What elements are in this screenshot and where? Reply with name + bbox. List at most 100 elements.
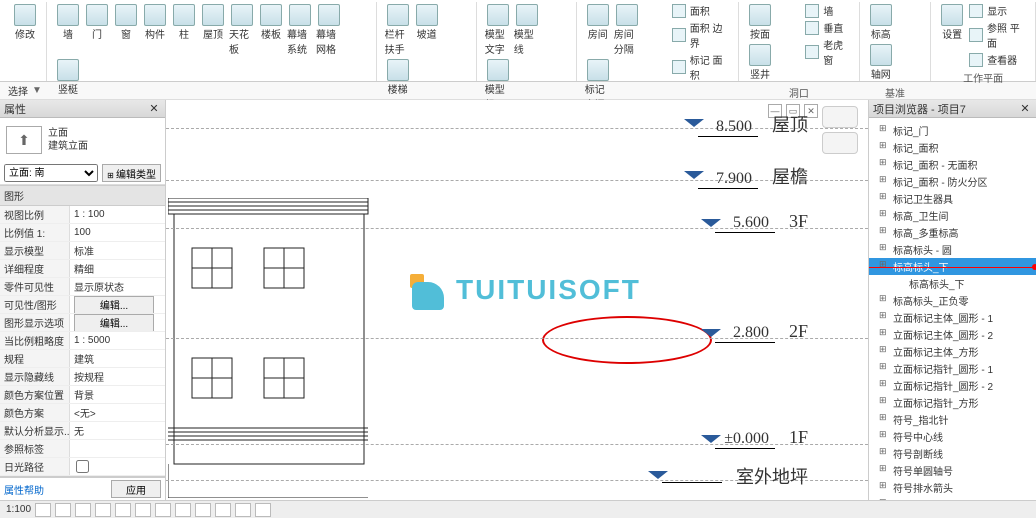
status-button[interactable] <box>55 503 71 517</box>
tree-item[interactable]: 立面标记主体_圆形 - 1 <box>869 309 1036 326</box>
level-line[interactable]: 2.8002F <box>166 338 868 339</box>
viewcube-icon[interactable] <box>822 106 858 128</box>
scale-label[interactable]: 1:100 <box>6 504 31 515</box>
ribbon-老虎窗[interactable]: 老虎窗 <box>805 36 852 68</box>
ribbon-修改[interactable]: 修改 <box>12 4 38 41</box>
ribbon-标记 面积[interactable]: 标记 面积 <box>672 51 732 83</box>
ribbon-面积[interactable]: 面积 <box>672 2 732 19</box>
tree-item[interactable]: 标高标头_正负零 <box>869 292 1036 309</box>
tree-item[interactable]: 符号剖断线 <box>869 445 1036 462</box>
ribbon-设置[interactable]: 设置 <box>939 4 965 66</box>
status-button[interactable] <box>75 503 91 517</box>
tree-item[interactable]: 立面标记主体_圆形 - 2 <box>869 326 1036 343</box>
ribbon-竖梃[interactable]: 竖梃 <box>55 59 81 96</box>
tree-item[interactable]: 立面标记指针_圆形 - 2 <box>869 377 1036 394</box>
status-button[interactable] <box>95 503 111 517</box>
ribbon-墙[interactable]: 墙 <box>805 2 852 19</box>
ribbon-坡道[interactable]: 坡道 <box>414 4 440 56</box>
ribbon-楼板[interactable]: 楼板 <box>258 4 284 56</box>
tree-item[interactable]: 符号单圆轴号 <box>869 462 1036 479</box>
ribbon-房间分隔[interactable]: 房间分隔 <box>614 4 640 56</box>
status-button[interactable] <box>155 503 171 517</box>
ribbon-柱[interactable]: 柱 <box>171 4 197 56</box>
prop-row[interactable]: 视图比例1 : 100 <box>0 206 165 224</box>
ribbon-门[interactable]: 门 <box>84 4 110 56</box>
tree-item[interactable]: 立面标记主体_方形 <box>869 343 1036 360</box>
level-line[interactable]: 5.6003F <box>166 228 868 229</box>
status-button[interactable] <box>135 503 151 517</box>
nav-wheel-icon[interactable] <box>822 132 858 154</box>
tree-item[interactable]: 立面标记指针_方形 <box>869 394 1036 411</box>
prop-row[interactable]: 详细程度精细 <box>0 260 165 278</box>
level-line[interactable]: 7.900屋檐 <box>166 180 868 181</box>
prop-row[interactable]: 图形显示选项编辑... <box>0 314 165 332</box>
tree-item[interactable]: 标记_门 <box>869 122 1036 139</box>
view-selector[interactable]: 立面: 南 <box>4 164 98 182</box>
tree-item[interactable]: 标高_多重标高 <box>869 224 1036 241</box>
ribbon-参照 平面[interactable]: 参照 平面 <box>969 19 1029 51</box>
prop-row[interactable]: 零件可见性显示原状态 <box>0 278 165 296</box>
ribbon-轴网[interactable]: 轴网 <box>868 44 894 81</box>
close-icon[interactable]: ✕ <box>147 102 161 116</box>
tree-item[interactable]: 符号_指北针 <box>869 411 1036 428</box>
status-button[interactable] <box>215 503 231 517</box>
ribbon-垂直[interactable]: 垂直 <box>805 19 852 36</box>
ribbon-幕墙网格[interactable]: 幕墙网格 <box>316 4 342 56</box>
tree-item[interactable]: 标高_卫生间 <box>869 207 1036 224</box>
level-line[interactable]: 室外地坪 <box>166 480 868 481</box>
prop-row[interactable]: 规程建筑 <box>0 350 165 368</box>
tree-item[interactable]: 标记卫生器具 <box>869 190 1036 207</box>
prop-row[interactable]: 显示模型标准 <box>0 242 165 260</box>
ribbon-标高[interactable]: 标高 <box>868 4 894 41</box>
prop-group-header[interactable]: 图形 <box>0 185 165 206</box>
status-button[interactable] <box>255 503 271 517</box>
ribbon-按面[interactable]: 按面 <box>747 4 773 41</box>
tree-item[interactable]: 标记_面积 <box>869 139 1036 156</box>
prop-row[interactable]: 显示隐藏线按规程 <box>0 368 165 386</box>
ribbon-天花板[interactable]: 天花板 <box>229 4 255 56</box>
prop-row[interactable]: 颜色方案位置背景 <box>0 386 165 404</box>
tree-item[interactable]: 标高标头_下 <box>869 275 1036 292</box>
ribbon-竖井[interactable]: 竖井 <box>747 44 773 81</box>
ribbon-查看器[interactable]: 查看器 <box>969 51 1029 68</box>
tree-item[interactable]: 符号排水箭头 <box>869 479 1036 496</box>
select-label[interactable]: 选择 <box>8 83 28 98</box>
ribbon-显示[interactable]: 显示 <box>969 2 1029 19</box>
tree-item[interactable]: 标高标头 - 圆 <box>869 241 1036 258</box>
type-selector[interactable]: ⬆ 立面 建筑立面 <box>0 118 165 162</box>
ribbon-面积 边界[interactable]: 面积 边界 <box>672 19 732 51</box>
ribbon-屋顶[interactable]: 屋顶 <box>200 4 226 56</box>
tree-item[interactable]: 标记_面积 - 无面积 <box>869 156 1036 173</box>
tree-item[interactable]: 符号中心线 <box>869 428 1036 445</box>
prop-row[interactable]: 参照标签 <box>0 440 165 458</box>
tree-item[interactable]: 符号车库分水线箭头 <box>869 496 1036 500</box>
edit-type-button[interactable]: ⊞ 编辑类型 <box>102 164 161 182</box>
tree-item[interactable]: 立面标记指针_圆形 - 1 <box>869 360 1036 377</box>
prop-row[interactable]: 日光路径 <box>0 458 165 476</box>
ribbon-楼梯[interactable]: 楼梯 <box>385 59 411 96</box>
apply-button[interactable]: 应用 <box>111 480 161 498</box>
prop-row[interactable]: 当比例粗略度1 : 5000 <box>0 332 165 350</box>
ribbon-模型文字[interactable]: 模型文字 <box>485 4 511 56</box>
prop-row[interactable]: 可见性/图形编辑... <box>0 296 165 314</box>
ribbon-模型线[interactable]: 模型线 <box>514 4 540 56</box>
ribbon-房间[interactable]: 房间 <box>585 4 611 56</box>
status-button[interactable] <box>175 503 191 517</box>
status-button[interactable] <box>195 503 211 517</box>
ribbon-栏杆扶手[interactable]: 栏杆扶手 <box>385 4 411 56</box>
status-button[interactable] <box>115 503 131 517</box>
ribbon-窗[interactable]: 窗 <box>113 4 139 56</box>
ribbon-构件[interactable]: 构件 <box>142 4 168 56</box>
level-line[interactable]: 8.500屋顶 <box>166 128 868 129</box>
ribbon-墙[interactable]: 墙 <box>55 4 81 56</box>
ribbon-幕墙系统[interactable]: 幕墙系统 <box>287 4 313 56</box>
properties-help[interactable]: 属性帮助 <box>4 482 105 497</box>
prop-row[interactable]: 颜色方案<无> <box>0 404 165 422</box>
prop-row[interactable]: 比例值 1:100 <box>0 224 165 242</box>
drawing-canvas[interactable]: — ▭ ✕ TUITUISOFT 8.500屋顶7.900屋檐5.6003F2.… <box>166 100 868 500</box>
prop-row[interactable]: 默认分析显示...无 <box>0 422 165 440</box>
status-button[interactable] <box>235 503 251 517</box>
close-icon[interactable]: ✕ <box>1018 102 1032 116</box>
level-line[interactable]: ±0.0001F <box>166 444 868 445</box>
status-button[interactable] <box>35 503 51 517</box>
